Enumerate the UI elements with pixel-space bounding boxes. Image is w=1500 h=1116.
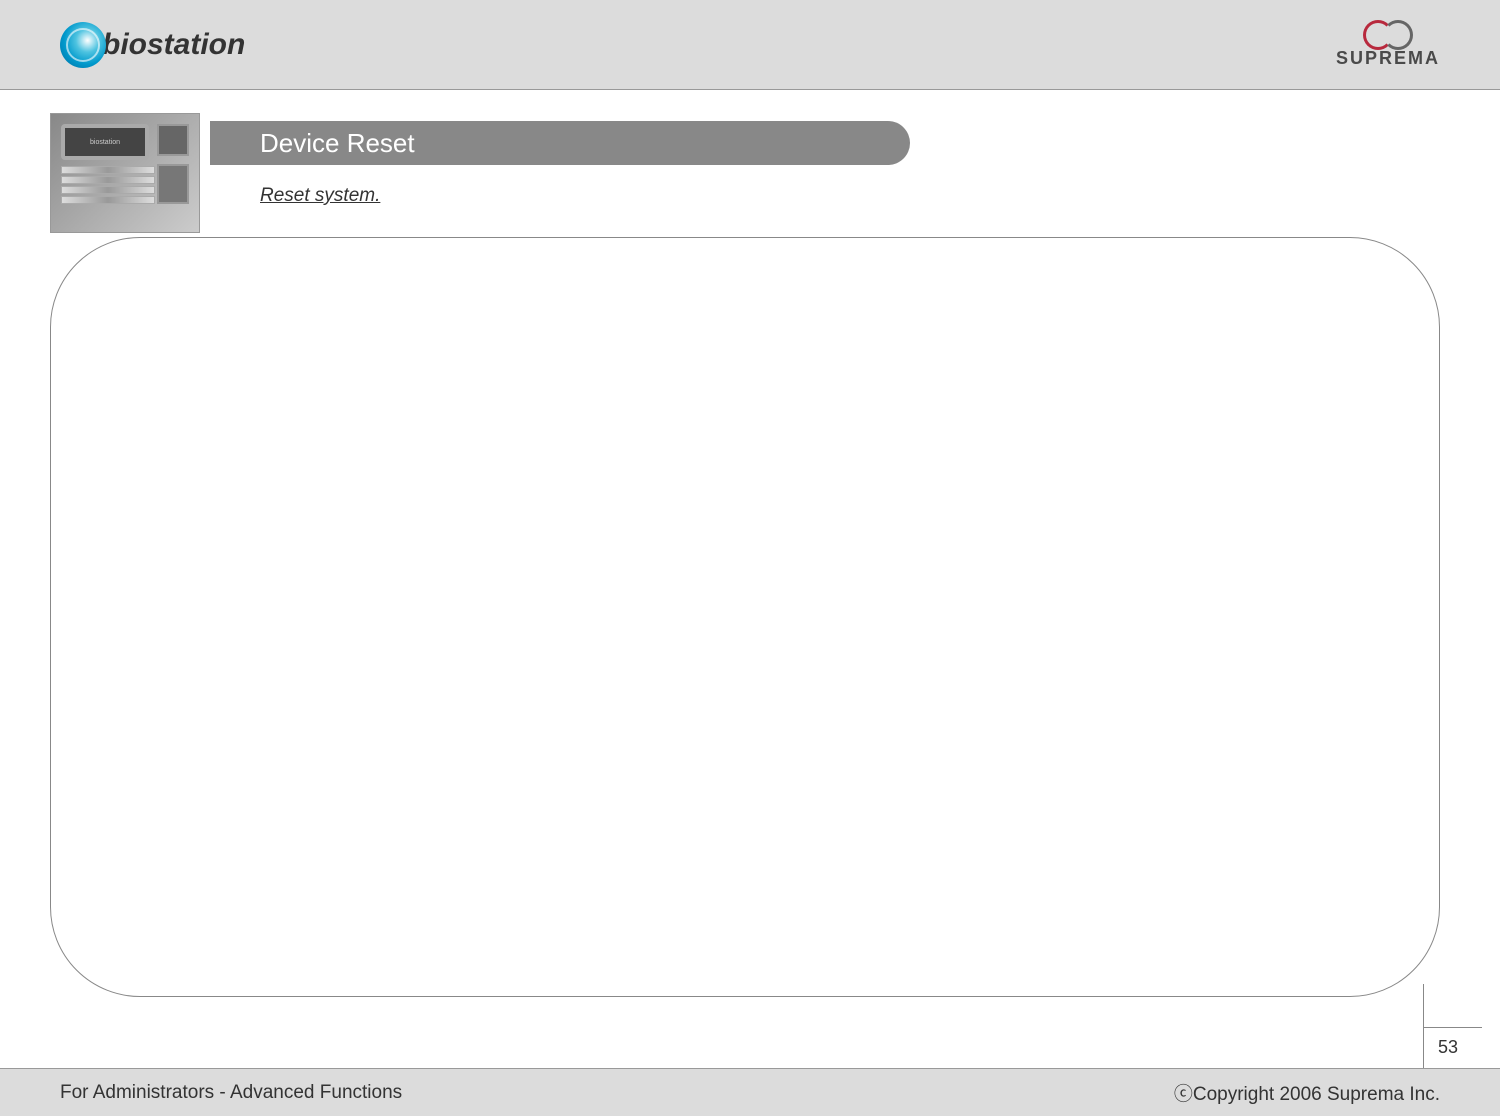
section-subtitle: Reset system. xyxy=(260,185,380,207)
page-number-divider-v xyxy=(1423,984,1424,1068)
brand-logo-right: SUPREMA xyxy=(1336,20,1440,69)
page-number: 53 xyxy=(1428,1037,1468,1058)
page-number-divider-h xyxy=(1424,1027,1482,1028)
brand-right-text: SUPREMA xyxy=(1336,48,1440,69)
brand-left-text: biostation xyxy=(102,28,245,62)
footer-left: For Administrators - Advanced Functions xyxy=(60,1082,402,1104)
footer: For Administrators - Advanced Functions … xyxy=(0,1068,1500,1116)
infinity-icon xyxy=(1363,20,1413,46)
footer-right: ⓒCopyright 2006 Suprema Inc. xyxy=(1174,1079,1440,1106)
section-title: Device Reset xyxy=(210,121,910,165)
content-frame xyxy=(50,237,1440,997)
swirl-icon xyxy=(60,22,106,68)
device-thumbnail: biostation xyxy=(50,113,200,233)
header: biostation SUPREMA xyxy=(0,0,1500,90)
brand-logo-left: biostation xyxy=(60,22,245,68)
